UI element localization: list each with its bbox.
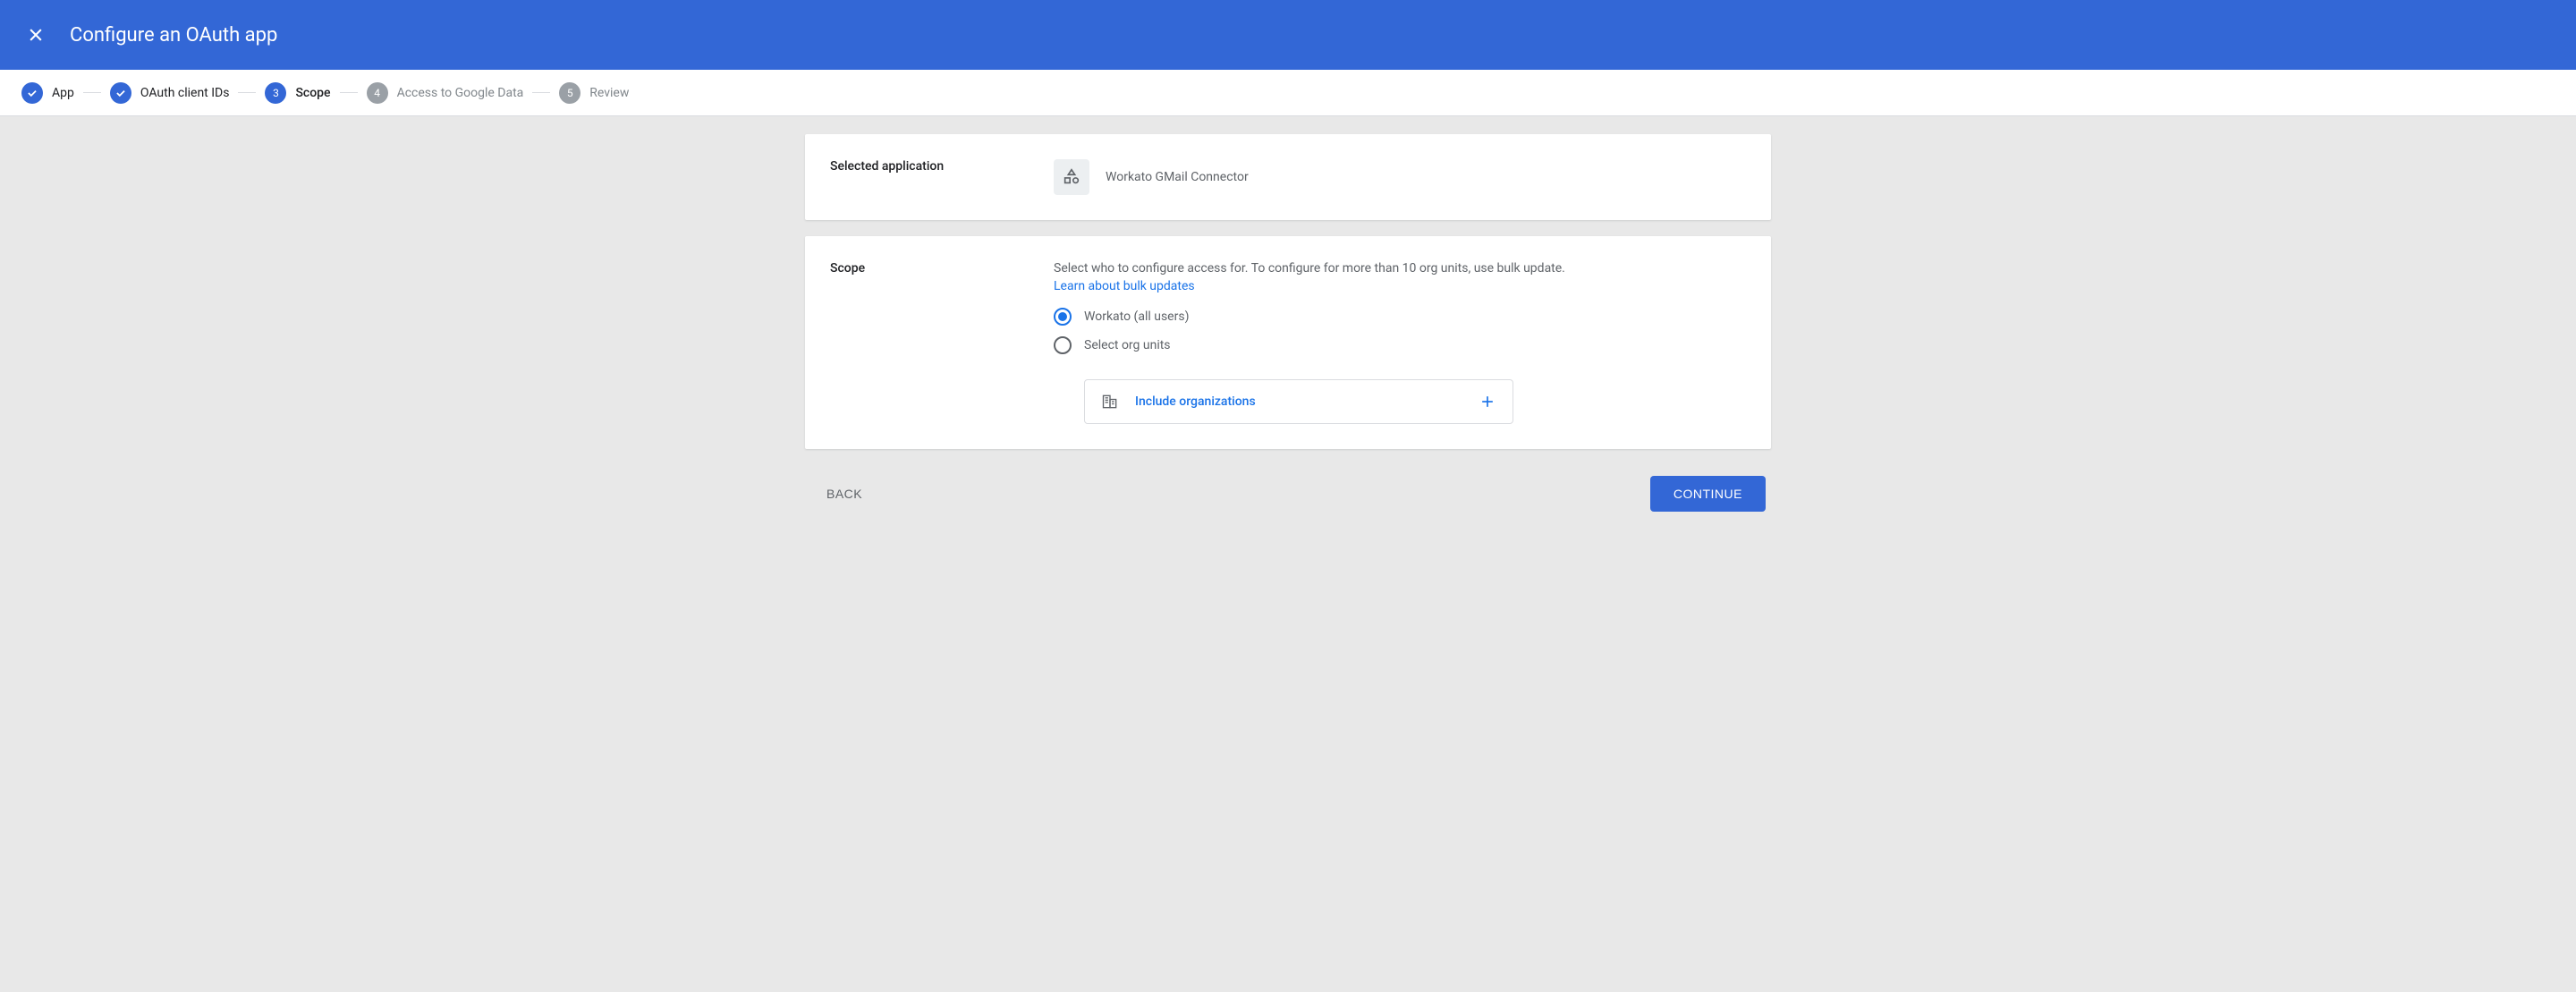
learn-bulk-updates-link[interactable]: Learn about bulk updates bbox=[1054, 279, 1195, 293]
close-icon bbox=[27, 26, 45, 44]
app-name-text: Workato GMail Connector bbox=[1106, 170, 1249, 184]
step-divider bbox=[532, 92, 550, 93]
check-icon bbox=[26, 87, 38, 99]
close-button[interactable] bbox=[25, 24, 47, 46]
page-title: Configure an OAuth app bbox=[70, 24, 277, 47]
selected-application-label: Selected application bbox=[830, 159, 1054, 195]
step-app[interactable]: App bbox=[21, 82, 74, 104]
step-divider bbox=[238, 92, 256, 93]
include-organizations-button[interactable]: Include organizations bbox=[1084, 379, 1513, 424]
org-selector: Include organizations bbox=[1084, 379, 1746, 424]
step-access-google-data: 4 Access to Google Data bbox=[367, 82, 524, 104]
plus-icon bbox=[1479, 393, 1496, 411]
step-label: Access to Google Data bbox=[397, 86, 524, 100]
organization-icon bbox=[1101, 393, 1119, 411]
radio-select-org-units[interactable]: Select org units bbox=[1054, 336, 1746, 354]
radio-label: Workato (all users) bbox=[1084, 309, 1189, 324]
shapes-icon bbox=[1062, 167, 1081, 187]
step-indicator-current: 3 bbox=[265, 82, 286, 104]
radio-all-users[interactable]: Workato (all users) bbox=[1054, 308, 1746, 326]
step-review: 5 Review bbox=[559, 82, 629, 104]
scope-card: Scope Select who to configure access for… bbox=[805, 236, 1771, 449]
radio-label: Select org units bbox=[1084, 338, 1171, 352]
step-indicator-done bbox=[110, 82, 131, 104]
step-indicator-pending: 5 bbox=[559, 82, 580, 104]
selected-application-value: Workato GMail Connector bbox=[1054, 159, 1746, 195]
page-header: Configure an OAuth app bbox=[0, 0, 2576, 70]
scope-radio-group: Workato (all users) Select org units bbox=[1054, 308, 1746, 354]
back-button[interactable]: Back bbox=[810, 478, 878, 510]
step-label: OAuth client IDs bbox=[140, 86, 230, 100]
scope-description: Select who to configure access for. To c… bbox=[1054, 261, 1746, 276]
step-label: App bbox=[52, 86, 74, 100]
step-divider bbox=[340, 92, 358, 93]
step-scope[interactable]: 3 Scope bbox=[265, 82, 330, 104]
content-area: Selected application Workato GMail Conne… bbox=[787, 134, 1789, 512]
step-indicator-done bbox=[21, 82, 43, 104]
app-icon-placeholder bbox=[1054, 159, 1089, 195]
include-organizations-label: Include organizations bbox=[1135, 394, 1479, 409]
continue-button[interactable]: Continue bbox=[1650, 476, 1766, 512]
radio-button-icon bbox=[1054, 336, 1072, 354]
step-indicator-pending: 4 bbox=[367, 82, 388, 104]
step-divider bbox=[83, 92, 101, 93]
step-label: Scope bbox=[295, 86, 330, 100]
step-label: Review bbox=[589, 86, 629, 100]
step-oauth-client-ids[interactable]: OAuth client IDs bbox=[110, 82, 230, 104]
stepper: App OAuth client IDs 3 Scope 4 Access to… bbox=[0, 70, 2576, 116]
selected-application-card: Selected application Workato GMail Conne… bbox=[805, 134, 1771, 220]
radio-button-icon bbox=[1054, 308, 1072, 326]
scope-label: Scope bbox=[830, 261, 1054, 424]
action-bar: Back Continue bbox=[805, 476, 1771, 512]
check-icon bbox=[114, 87, 127, 99]
